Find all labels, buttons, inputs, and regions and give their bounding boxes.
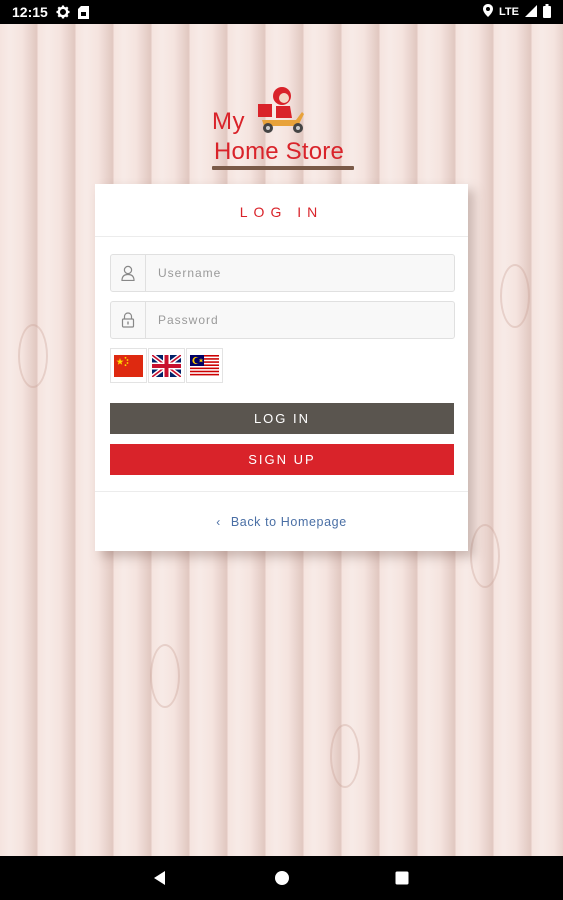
language-selector	[110, 348, 224, 383]
card-header: LOG IN	[95, 184, 468, 237]
battery-icon	[543, 3, 551, 21]
home-icon[interactable]	[274, 870, 290, 891]
login-button[interactable]: LOG IN	[110, 403, 454, 434]
back-icon[interactable]	[152, 870, 168, 891]
location-icon	[483, 4, 494, 20]
sim-card-icon	[77, 5, 89, 19]
back-to-homepage-label: Back to Homepage	[230, 515, 347, 529]
signup-button[interactable]: SIGN UP	[110, 444, 454, 475]
malaysia-flag-icon	[190, 354, 219, 377]
password-field[interactable]	[110, 301, 455, 339]
gear-icon	[56, 5, 70, 19]
delivery-scooter-icon	[258, 87, 304, 133]
login-card: LOG IN Username LOG IN SIGN UP ‹ Back to…	[95, 184, 468, 551]
system-nav-bar	[0, 856, 563, 900]
language-option-malay[interactable]	[186, 348, 223, 383]
password-input[interactable]	[146, 302, 454, 338]
app-logo: My Home Store	[210, 86, 355, 172]
username-input[interactable]	[146, 255, 454, 291]
status-bar: 12:15 LTE	[0, 0, 563, 24]
logo-text-my: My	[212, 108, 245, 135]
username-field[interactable]	[110, 254, 455, 292]
logo-shelf	[212, 166, 354, 170]
uk-flag-icon	[152, 354, 181, 377]
card-footer: ‹ Back to Homepage	[95, 491, 468, 552]
logo-text-home-store: Home Store	[214, 138, 345, 165]
login-title: LOG IN	[239, 204, 324, 220]
status-time: 12:15	[12, 4, 48, 20]
user-icon	[111, 255, 146, 291]
signal-icon	[525, 4, 537, 20]
language-option-chinese[interactable]	[110, 348, 147, 383]
back-to-homepage-link[interactable]: ‹ Back to Homepage	[216, 515, 347, 529]
chinese-flag-icon	[114, 354, 143, 377]
language-option-english[interactable]	[148, 348, 185, 383]
network-type: LTE	[499, 6, 519, 18]
recent-apps-icon[interactable]	[394, 870, 410, 891]
lock-icon	[111, 302, 146, 338]
chevron-left-icon: ‹	[216, 515, 221, 529]
